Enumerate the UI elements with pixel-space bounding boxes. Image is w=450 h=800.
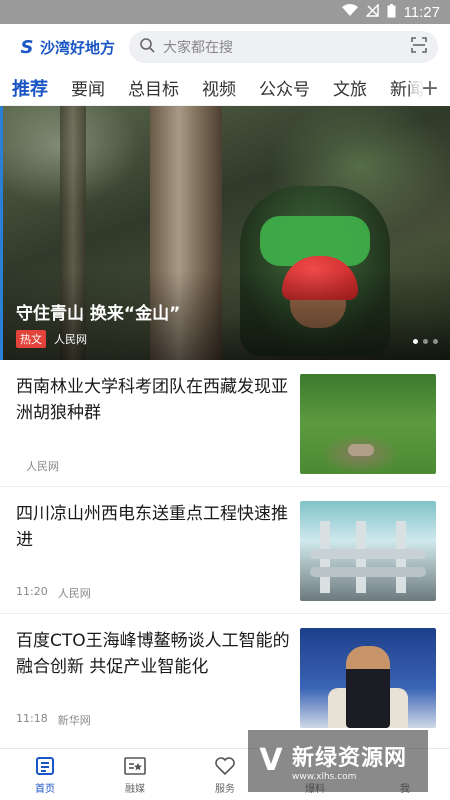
search-placeholder: 大家都在搜 — [163, 40, 234, 56]
watermark-url: www.xlhs.com — [292, 772, 357, 782]
tab-headlines[interactable]: 要闻 — [71, 75, 105, 100]
heart-service-icon — [214, 755, 236, 777]
news-source: 新华网 — [57, 714, 91, 727]
scan-icon[interactable] — [410, 36, 428, 58]
app-logo[interactable]: S 沙湾好地方 — [18, 36, 116, 58]
carousel-indicator — [413, 339, 438, 344]
site-watermark: V 新绿资源网 www.xlhs.com — [248, 730, 428, 792]
news-thumbnail — [300, 374, 436, 474]
news-title: 四川凉山州西电东送重点工程快速推进 — [16, 504, 288, 550]
hero-banner[interactable]: 守住青山 换来“金山” 热文 人民网 — [0, 106, 450, 360]
watermark-title: 新绿资源网 — [292, 746, 408, 771]
tab-goals[interactable]: 总目标 — [128, 75, 179, 100]
logo-icon: S — [20, 36, 34, 58]
news-item[interactable]: 西南林业大学科考团队在西藏发现亚洲胡狼种群 人民网 — [0, 360, 450, 486]
tab-recommend[interactable]: 推荐 — [12, 75, 48, 101]
media-icon — [124, 755, 146, 777]
news-title: 百度CTO王海峰博鳌畅谈人工智能的融合创新 共促产业智能化 — [16, 631, 290, 677]
logo-text: 沙湾好地方 — [40, 38, 116, 57]
battery-icon — [387, 3, 396, 21]
hot-badge: 热文 — [16, 330, 46, 348]
tab-culture-tourism[interactable]: 文旅 — [333, 75, 367, 100]
news-time: 11:20 — [16, 585, 48, 598]
tab-official-accounts[interactable]: 公众号 — [259, 75, 310, 100]
news-thumbnail — [300, 501, 436, 601]
news-time: 11:18 — [16, 712, 48, 725]
signal-icon — [364, 3, 379, 20]
news-list: 西南林业大学科考团队在西藏发现亚洲胡狼种群 人民网 四川凉山州西电东送重点工程快… — [0, 360, 450, 740]
wifi-icon — [341, 4, 358, 20]
news-source: 人民网 — [26, 460, 59, 473]
status-bar: 11:27 — [0, 0, 450, 24]
search-icon — [139, 37, 155, 57]
nav-media[interactable]: 融媒 — [90, 749, 180, 800]
nav-home[interactable]: 首页 — [0, 749, 90, 800]
news-item[interactable]: 百度CTO王海峰博鳌畅谈人工智能的融合创新 共促产业智能化 11:18 新华网 — [0, 613, 450, 740]
watermark-logo-icon: V — [259, 743, 283, 778]
carousel-dot[interactable] — [413, 339, 418, 344]
carousel-dot[interactable] — [433, 339, 438, 344]
search-bar[interactable]: 大家都在搜 — [129, 31, 438, 63]
nav-label: 服务 — [215, 783, 235, 795]
carousel-dot[interactable] — [423, 339, 428, 344]
news-title: 西南林业大学科考团队在西藏发现亚洲胡狼种群 — [16, 377, 288, 423]
tab-video[interactable]: 视频 — [202, 75, 236, 100]
hero-source: 人民网 — [54, 333, 87, 346]
clock: 11:27 — [403, 3, 440, 21]
nav-label: 融媒 — [125, 783, 145, 795]
home-news-icon — [34, 755, 56, 777]
hero-title[interactable]: 守住青山 换来“金山” — [16, 299, 180, 324]
news-item[interactable]: 四川凉山州西电东送重点工程快速推进 11:20 人民网 — [0, 486, 450, 613]
app-header: S 沙湾好地方 大家都在搜 — [0, 24, 450, 70]
news-thumbnail — [300, 628, 436, 728]
news-source: 人民网 — [57, 587, 91, 600]
nav-label: 首页 — [35, 783, 55, 795]
channel-tabs: 推荐 要闻 总目标 视频 公众号 文旅 新闻 + — [0, 70, 450, 106]
hero-meta: 热文 人民网 — [16, 330, 87, 348]
add-channel-icon[interactable]: + — [410, 70, 450, 106]
